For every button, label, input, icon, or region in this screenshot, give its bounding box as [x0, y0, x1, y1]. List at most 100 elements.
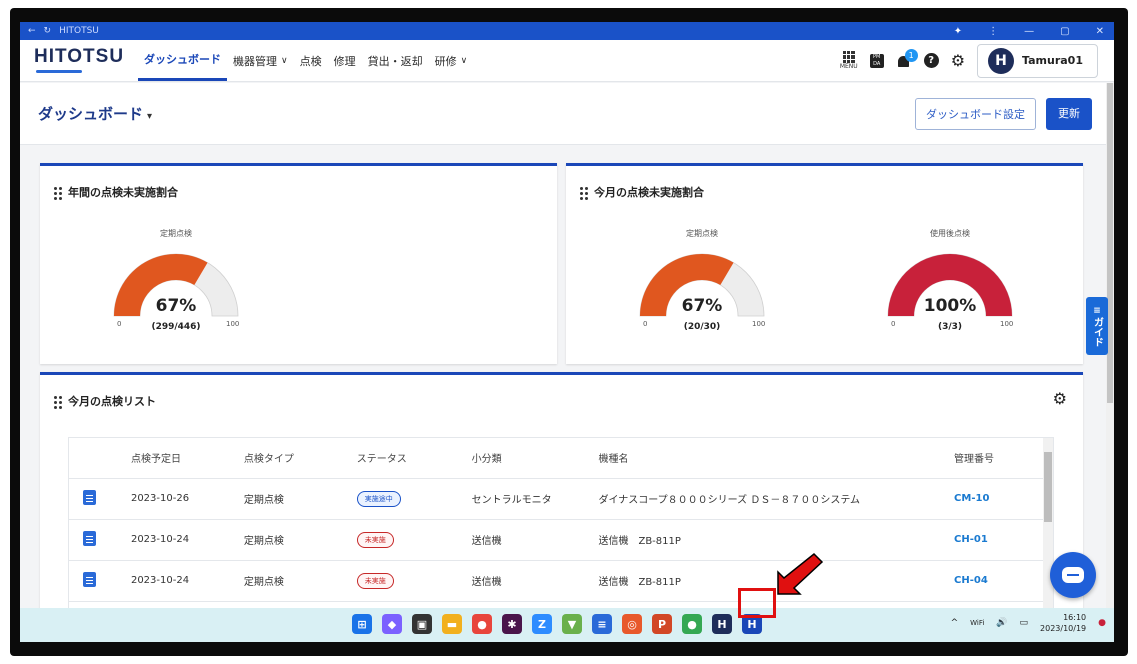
gauge-label: 使用後点検 [930, 229, 970, 238]
card-title: 年間の点検未実施割合 [68, 186, 178, 199]
red-arrow-annotation [777, 552, 824, 595]
gauge-after-use-monthly: 使用後点検 100% (3/3) 0 100 [870, 228, 1030, 358]
page-title: ダッシュボード [38, 105, 144, 123]
reload-icon[interactable]: ↻ [44, 26, 52, 36]
table-header-cell[interactable]: 点検予定日 [122, 438, 236, 479]
menu-grid-icon[interactable]: MENU [840, 51, 858, 70]
drag-handle-icon[interactable] [580, 186, 588, 200]
nav-item-2[interactable]: 点検 [294, 40, 328, 81]
table-header-cell[interactable]: 管理番号 [946, 438, 1044, 479]
taskbar-powerpoint-icon[interactable]: P [652, 614, 672, 634]
maximize-icon[interactable]: ▢ [1060, 26, 1069, 37]
taskbar-zoom-icon[interactable]: Z [532, 614, 552, 634]
clock-date: 2023/10/19 [1040, 624, 1087, 633]
table-header-cell[interactable]: ステータス [348, 438, 464, 479]
caret-down-icon: ▾ [147, 111, 153, 122]
management-code-link[interactable]: CM-10 [954, 493, 989, 504]
title-bar: ← ↻ HITOTSU ✦ ⋮ — ▢ ✕ [20, 22, 1114, 40]
user-name: Tamura01 [1022, 54, 1083, 67]
nav-item-5[interactable]: 研修 ∨ [429, 40, 474, 81]
nav-item-label: 研修 [434, 54, 457, 68]
windows-taskbar: ⊞ ◆ ▣ ▬ ● ✱ Z ▼ ≡ ◎ P ● H H ^ WiFi 🔊 ▭ 16:10 2023/10/… [20, 608, 1114, 642]
taskbar-chrome-hitotsu-icon[interactable]: ● [682, 614, 702, 634]
user-menu-button[interactable]: H Tamura01 [977, 43, 1098, 78]
monthly-uninspected-card: 今月の点検未実施割合 定期点検 67% (20/30) 0 100 使用後点検 … [566, 163, 1083, 364]
taskbar-task-view-icon[interactable]: ▣ [412, 614, 432, 634]
help-icon[interactable]: ? [923, 53, 939, 68]
taskbar-app-orange-icon[interactable]: ◎ [622, 614, 642, 634]
taskbar-slack-icon[interactable]: ✱ [502, 614, 522, 634]
status-cell: 未実施 [348, 519, 464, 561]
clipboard-icon[interactable] [83, 530, 96, 546]
close-icon[interactable]: ✕ [1096, 26, 1104, 37]
volume-icon[interactable]: 🔊 [996, 618, 1007, 628]
management-code-link[interactable]: CH-01 [954, 534, 988, 545]
list-settings-gear-icon[interactable]: ⚙ [1053, 389, 1067, 408]
wifi-icon[interactable]: WiFi [970, 619, 984, 627]
notification-bell-icon[interactable]: 1 [896, 48, 918, 69]
minimize-icon[interactable]: — [1024, 26, 1034, 37]
status-badge: 未実施 [356, 531, 394, 548]
model-cell: ダイナスコープ８０００シリーズ ＤＳ－８７００システム [590, 478, 947, 520]
gauge-min: 0 [891, 320, 896, 328]
clock[interactable]: 16:10 2023/10/19 [1040, 612, 1086, 634]
clipboard-icon[interactable] [83, 489, 96, 505]
table-header-cell[interactable]: 機種名 [590, 438, 947, 479]
guide-icon: ≡ [1093, 305, 1101, 316]
taskbar-chrome-profile-icon[interactable]: ● [472, 614, 492, 634]
guide-tab[interactable]: ≡ ガイド [1086, 297, 1108, 355]
table-header-icon-cell [69, 438, 123, 479]
system-tray: ^ WiFi 🔊 ▭ 16:10 2023/10/19 ● [951, 612, 1106, 634]
row-icon-cell [69, 560, 123, 602]
drag-handle-icon[interactable] [54, 186, 62, 200]
category-cell: 送信機 [463, 519, 591, 561]
pmda-icon[interactable]: PM DA [869, 53, 884, 68]
table-row[interactable]: 2023-10-24 定期点検 未実施 送信機 送信機 ZB-811P CH-01 [69, 519, 1044, 561]
taskbar-notepad-icon[interactable]: ≡ [592, 614, 612, 634]
table-scrollbar[interactable] [1043, 438, 1053, 616]
chat-support-button[interactable] [1050, 552, 1096, 598]
taskbar-file-explorer-icon[interactable]: ▬ [442, 614, 462, 634]
tray-chevron-icon[interactable]: ^ [951, 618, 959, 628]
settings-gear-icon[interactable]: ⚙ [951, 51, 965, 70]
table-header-cell[interactable]: 点検タイプ [235, 438, 349, 479]
nav-item-label: 修理 [333, 54, 356, 68]
status-cell: 未実施 [348, 560, 464, 602]
notification-badge: 1 [904, 48, 918, 62]
extension-icon[interactable]: ✦ [954, 26, 962, 37]
nav-menu: ダッシュボード 機器管理 ∨ 点検 修理 貸出・返却 研修 ∨ [138, 40, 473, 81]
gauge-label: 定期点検 [160, 229, 192, 238]
hitotsu-logo[interactable]: HITOTSU [34, 46, 123, 76]
table-header-cell[interactable]: 小分類 [463, 438, 591, 479]
management-code-link[interactable]: CH-04 [954, 575, 988, 586]
drag-handle-icon[interactable] [54, 395, 62, 409]
code-cell: CH-04 [946, 560, 1044, 602]
taskbar-copilot-icon[interactable]: ◆ [382, 614, 402, 634]
back-icon[interactable]: ← [28, 26, 36, 36]
taskbar-windows-start-icon[interactable]: ⊞ [352, 614, 372, 634]
taskbar-hitotsu-h-icon[interactable]: H [712, 614, 732, 634]
nav-item-1[interactable]: 機器管理 ∨ [227, 40, 294, 81]
more-icon[interactable]: ⋮ [988, 26, 998, 37]
table-row[interactable]: 2023-10-24 定期点検 未実施 送信機 送信機 ZB-811P CH-04 [69, 560, 1044, 602]
dashboard-settings-button[interactable]: ダッシュボード設定 [915, 97, 1036, 130]
annual-uninspected-card: 年間の点検未実施割合 定期点検 67% (299/446) 0 100 [40, 163, 557, 364]
category-cell: 送信機 [463, 560, 591, 602]
nav-item-0[interactable]: ダッシュボード [138, 40, 227, 81]
clipboard-icon[interactable] [83, 571, 96, 587]
nav-item-3[interactable]: 修理 [328, 40, 362, 81]
dashboard-selector[interactable]: ダッシュボード ▾ [38, 103, 152, 124]
battery-icon[interactable]: ▭ [1020, 618, 1029, 628]
app-window: ← ↻ HITOTSU ✦ ⋮ — ▢ ✕ HITOTSU ダッシュボード 機器管… [20, 22, 1114, 642]
top-nav: HITOTSU ダッシュボード 機器管理 ∨ 点検 修理 貸出・返却 研修 ∨ MENU PM… [20, 40, 1114, 82]
row-icon-cell [69, 478, 123, 520]
nav-item-label: 貸出・返却 [367, 54, 423, 68]
refresh-button[interactable]: 更新 [1046, 97, 1092, 130]
nav-item-4[interactable]: 貸出・返却 [362, 40, 429, 81]
status-badge: 未実施 [356, 572, 394, 589]
inspection-table: 点検予定日 点検タイプ ステータス 小分類 機種名 管理番号 2023-10-26 定期点検… [69, 438, 1044, 602]
type-cell: 定期点検 [235, 478, 349, 520]
taskbar-app-green-icon[interactable]: ▼ [562, 614, 582, 634]
table-row[interactable]: 2023-10-26 定期点検 実施途中 セントラルモニタ ダイナスコープ８０００シリー… [69, 478, 1044, 520]
notification-icon[interactable]: ● [1098, 618, 1106, 628]
